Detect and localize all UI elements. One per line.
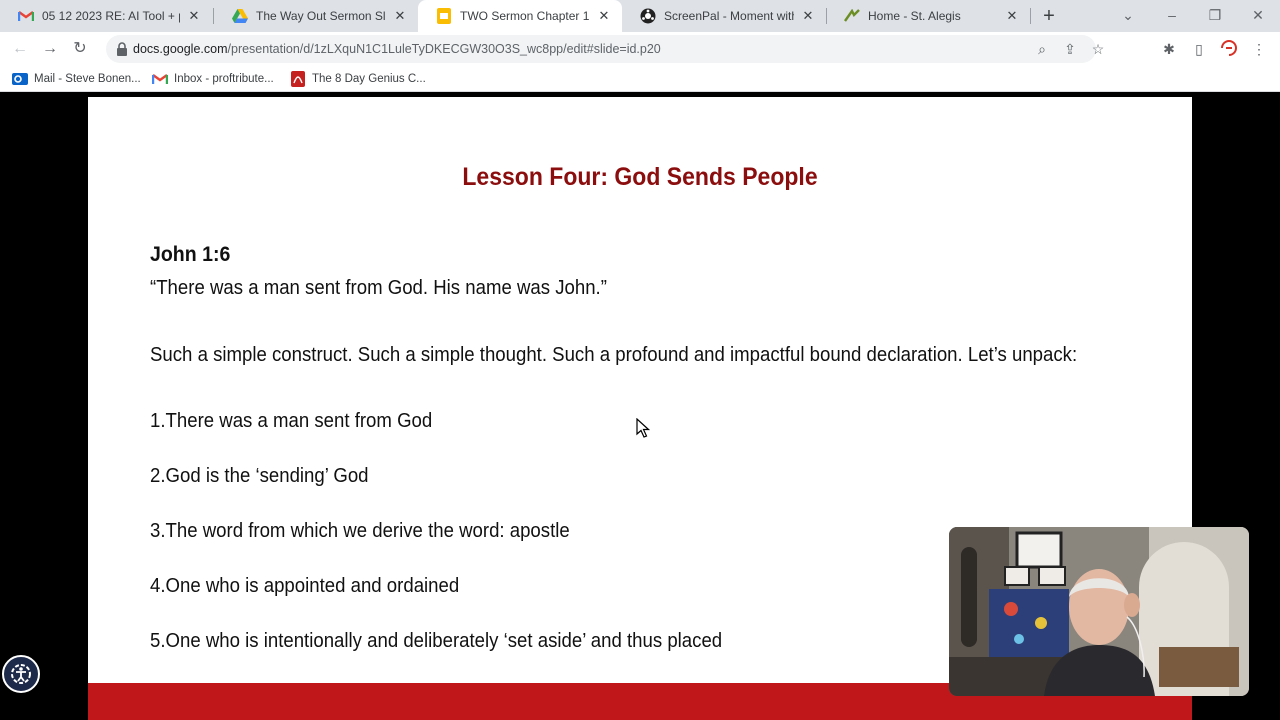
- tab-title: 05 12 2023 RE: AI Tool + prin: [42, 9, 180, 23]
- tab-strip: 05 12 2023 RE: AI Tool + prin ✕ The Way …: [0, 0, 1280, 32]
- bookmark-mail[interactable]: Mail - Steve Bonen...: [12, 70, 141, 88]
- list-item: 5.One who is intentionally and deliberat…: [150, 630, 723, 652]
- site-icon: [844, 8, 860, 24]
- close-icon[interactable]: ✕: [800, 8, 816, 24]
- gmail-icon: [18, 8, 34, 24]
- lock-icon: [116, 42, 130, 56]
- minimize-button[interactable]: –: [1152, 0, 1192, 30]
- slide-title: Lesson Four: God Sends People: [462, 163, 818, 191]
- list-item: 1.There was a man sent from God: [150, 410, 433, 432]
- list-item: 4.One who is appointed and ordained: [150, 575, 460, 597]
- menu-kebab-icon[interactable]: ⋮: [1250, 40, 1268, 58]
- google-slides-icon: [436, 8, 452, 24]
- google-drive-icon: [232, 8, 248, 24]
- share-icon[interactable]: ⇪: [1062, 41, 1078, 57]
- tab-title: TWO Sermon Chapter 1.pptx: [460, 9, 590, 23]
- mouse-cursor-icon: [636, 417, 651, 438]
- zoom-icon[interactable]: ⌕: [1034, 41, 1050, 57]
- browser-toolbar: ← → ↻ docs.google.com/presentation/d/1zL…: [0, 32, 1280, 66]
- browser-tab-slides[interactable]: TWO Sermon Chapter 1.pptx ✕: [418, 0, 622, 32]
- bookmark-label: The 8 Day Genius C...: [312, 73, 426, 85]
- list-item: 3.The word from which we derive the word…: [150, 520, 570, 542]
- accessibility-button[interactable]: [2, 655, 40, 693]
- tab-search-icon[interactable]: ⌄: [1108, 0, 1148, 30]
- bookmarks-bar: Mail - Steve Bonen... Inbox - proftribut…: [0, 66, 1280, 92]
- pdf-icon: [290, 71, 306, 87]
- webcam-overlay[interactable]: [949, 527, 1249, 696]
- reload-button[interactable]: ↻: [68, 37, 92, 61]
- profile-extension-icon[interactable]: [1220, 40, 1238, 58]
- tab-title: Home - St. Alegis: [868, 9, 961, 23]
- address-bar[interactable]: docs.google.com/presentation/d/1zLXquN1C…: [106, 35, 1104, 63]
- bookmark-star-icon[interactable]: ☆: [1090, 41, 1106, 57]
- scripture-reference: John 1:6: [150, 243, 231, 266]
- bookmark-inbox[interactable]: Inbox - proftribute...: [152, 70, 274, 88]
- tab-title: The Way Out Sermon Slides: [256, 9, 386, 23]
- webcam-video: [949, 527, 1249, 696]
- browser-tab-screenpal[interactable]: ScreenPal - Moment with Dr ✕: [622, 0, 826, 32]
- restore-button[interactable]: ❐: [1195, 0, 1235, 30]
- tab-divider: [1030, 8, 1031, 24]
- list-item: 2.God is the ‘sending’ God: [150, 465, 369, 487]
- screenpal-icon: [640, 8, 656, 24]
- extensions-icon[interactable]: ✱: [1160, 40, 1178, 58]
- intro-text: Such a simple construct. Such a simple t…: [150, 344, 1078, 366]
- window-close-button[interactable]: ✕: [1238, 0, 1278, 30]
- browser-tab-st-alegis[interactable]: Home - St. Alegis ✕: [826, 0, 1030, 32]
- url-path: /presentation/d/1zLXquN1C1LuleTyDKECGW30…: [227, 42, 661, 56]
- browser-tab-gmail[interactable]: 05 12 2023 RE: AI Tool + prin ✕: [0, 0, 212, 32]
- bookmark-label: Inbox - proftribute...: [174, 73, 274, 85]
- browser-tab-drive[interactable]: The Way Out Sermon Slides ✕: [214, 0, 418, 32]
- new-tab-button[interactable]: +: [1038, 5, 1060, 27]
- url-text: docs.google.com/presentation/d/1zLXquN1C…: [133, 35, 661, 63]
- url-host: docs.google.com: [133, 42, 228, 56]
- gmail-icon: [152, 71, 168, 87]
- outlook-icon: [12, 71, 28, 87]
- bookmark-label: Mail - Steve Bonen...: [34, 73, 141, 85]
- close-icon[interactable]: ✕: [392, 8, 408, 24]
- tab-title: ScreenPal - Moment with Dr: [664, 9, 794, 23]
- close-icon[interactable]: ✕: [186, 8, 202, 24]
- forward-button[interactable]: →: [38, 37, 62, 61]
- scripture-quote: “There was a man sent from God. His name…: [150, 277, 607, 299]
- accessibility-icon: [11, 664, 31, 684]
- bookmark-genius[interactable]: The 8 Day Genius C...: [290, 70, 426, 88]
- side-panel-icon[interactable]: ▯: [1190, 40, 1208, 58]
- close-icon[interactable]: ✕: [596, 8, 612, 24]
- close-icon[interactable]: ✕: [1004, 8, 1020, 24]
- back-button[interactable]: ←: [8, 37, 32, 61]
